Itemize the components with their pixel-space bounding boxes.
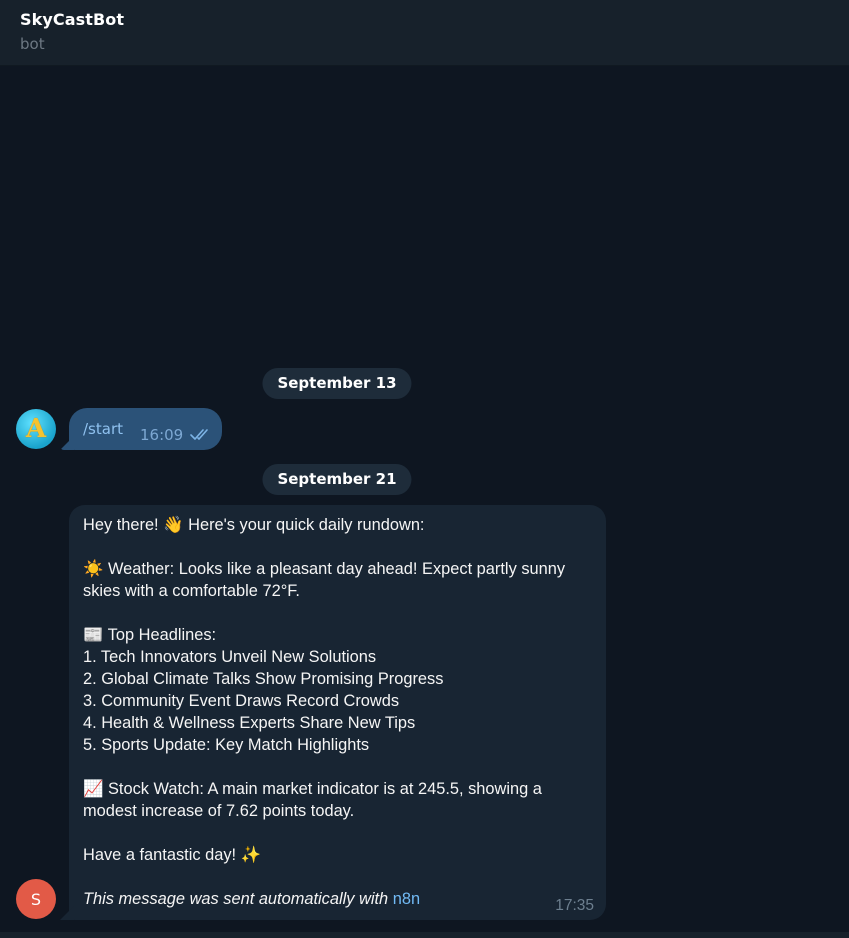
date-separator: September 21 [262,464,412,495]
footer-prefix: This message was sent automatically with [83,890,393,908]
incoming-message[interactable]: Hey there! 👋 Here's your quick daily run… [69,505,606,920]
weather-line: ☀️ Weather: Looks like a pleasant day ah… [83,560,566,578]
composer-edge [0,932,849,938]
greeting-line: Hey there! 👋 Here's your quick daily run… [83,516,425,534]
headline-item: 5. Sports Update: Key Match Highlights [83,736,370,754]
date-separator: September 13 [262,368,412,399]
headline-item: 4. Health & Wellness Experts Share New T… [83,714,416,732]
message-time: 17:35 [555,897,594,914]
outgoing-message[interactable]: /start 16:09 [69,408,222,450]
chat-header[interactable]: SkyCastBot bot [0,0,849,66]
headline-item: 1. Tech Innovators Unveil New Solutions [83,648,377,666]
message-text[interactable]: /start [83,420,123,438]
weather-line: skies with a comfortable 72°F. [83,582,300,600]
closing-line: Have a fantastic day! ✨ [83,846,262,864]
headlines-title: 📰 Top Headlines: [83,626,217,644]
chat-title[interactable]: SkyCastBot [20,10,124,29]
stock-line: modest increase of 7.62 points today. [83,802,355,820]
chat-subtitle: bot [20,35,45,53]
footer-note: This message was sent automatically with… [83,888,592,910]
sender-avatar[interactable]: S [16,879,56,919]
n8n-link[interactable]: n8n [393,890,420,908]
headline-item: 3. Community Event Draws Record Crowds [83,692,400,710]
double-check-icon [190,429,208,440]
stock-line: 📈 Stock Watch: A main market indicator i… [83,780,542,798]
message-body: Hey there! 👋 Here's your quick daily run… [83,514,592,910]
sparkle-a-avatar-icon[interactable]: A [16,409,56,449]
message-time: 16:09 [140,426,184,444]
headline-item: 2. Global Climate Talks Show Promising P… [83,670,444,688]
